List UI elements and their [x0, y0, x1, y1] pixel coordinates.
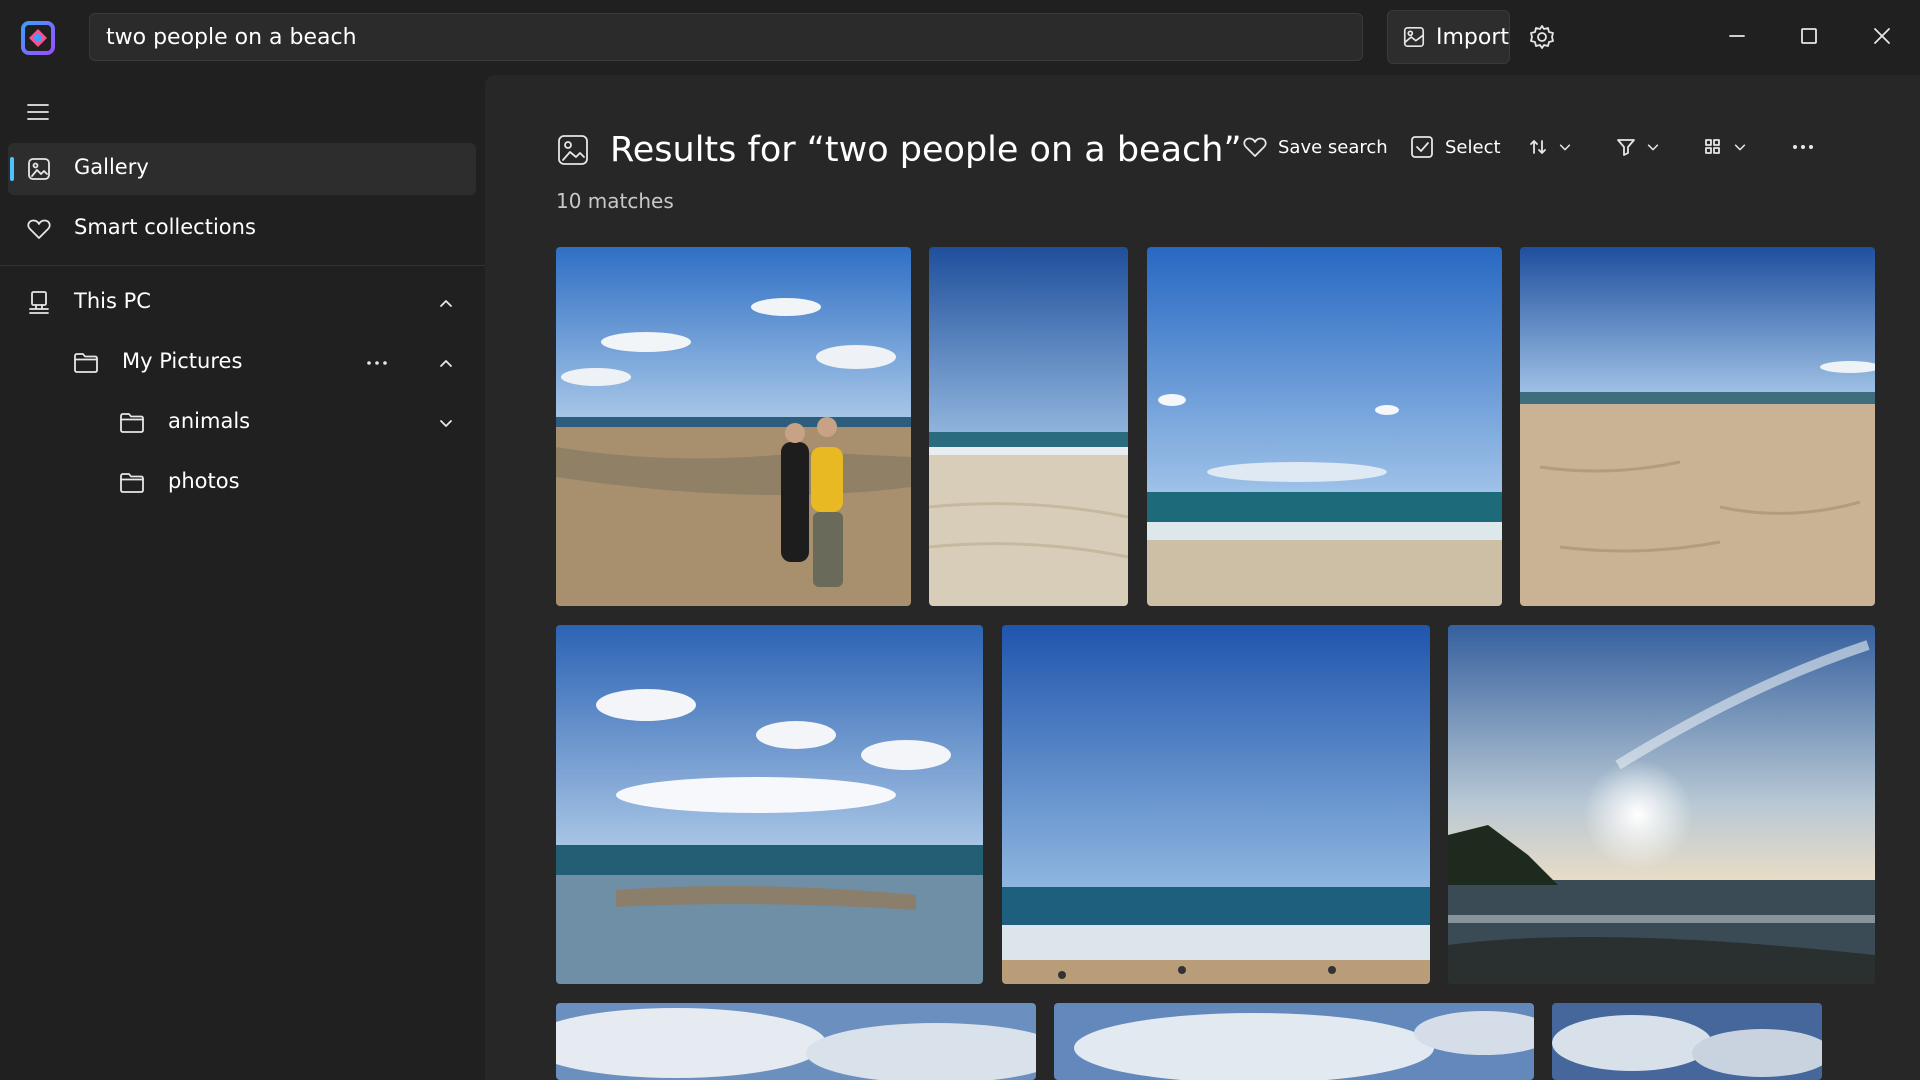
- photo-thumbnail-ocean-clouds[interactable]: [556, 625, 983, 984]
- hamburger-icon: [27, 104, 49, 120]
- collapse-my-pictures-button[interactable]: [435, 352, 457, 374]
- more-options-button[interactable]: [1791, 127, 1815, 167]
- search-input[interactable]: [89, 13, 1363, 61]
- view-layout-button[interactable]: [1703, 127, 1747, 167]
- maximize-icon: [1801, 28, 1817, 44]
- save-search-button[interactable]: Save search: [1242, 127, 1388, 167]
- sidebar-divider: [0, 265, 485, 266]
- sidebar-item-gallery[interactable]: Gallery: [8, 143, 476, 195]
- chevron-up-icon: [440, 360, 452, 367]
- minimize-button[interactable]: [1717, 17, 1757, 55]
- filter-button[interactable]: [1616, 127, 1660, 167]
- photo-thumbnail-beach-sand-shore[interactable]: [929, 247, 1128, 606]
- import-label: Import: [1435, 24, 1509, 50]
- sidebar-item-my-pictures[interactable]: My Pictures: [55, 337, 515, 389]
- close-icon: [1874, 28, 1890, 44]
- grid-view-icon: [1705, 139, 1720, 154]
- sidebar-item-label: photos: [168, 469, 240, 493]
- more-icon: [367, 361, 387, 365]
- photo-image: [1147, 247, 1502, 606]
- photo-thumbnail-sandy-beach[interactable]: [1520, 247, 1875, 606]
- sidebar-item-label: Smart collections: [74, 215, 256, 239]
- photo-thumbnail-sunset-coast[interactable]: [1448, 625, 1875, 984]
- photo-thumbnail-ocean-blue-sky[interactable]: [1147, 247, 1502, 606]
- sidebar-item-photos[interactable]: photos: [101, 457, 467, 509]
- sidebar-item-label: Gallery: [74, 155, 149, 179]
- heart-icon: [1243, 137, 1267, 157]
- sidebar-item-this-pc[interactable]: This PC: [8, 277, 468, 329]
- settings-button[interactable]: [1525, 20, 1559, 54]
- collapse-this-pc-button[interactable]: [435, 292, 457, 314]
- photo-image: [556, 625, 983, 984]
- sort-icon: [1530, 140, 1546, 154]
- page-title: Results for “two people on a beach”: [610, 130, 1242, 170]
- folder-icon: [120, 473, 144, 493]
- photo-image: [1448, 625, 1875, 984]
- photo-thumbnail-clouds-3[interactable]: [1552, 1003, 1822, 1080]
- import-icon: [1403, 26, 1425, 48]
- filter-icon: [1617, 139, 1635, 156]
- import-button[interactable]: Import: [1387, 10, 1510, 64]
- photo-image: [556, 1003, 1036, 1080]
- photo-image: [929, 247, 1128, 606]
- sidebar-item-label: This PC: [74, 289, 151, 313]
- chevron-down-icon: [440, 420, 452, 427]
- save-search-label: Save search: [1278, 136, 1388, 158]
- more-icon: [1793, 145, 1813, 149]
- maximize-button[interactable]: [1789, 17, 1829, 55]
- folder-icon: [120, 413, 144, 433]
- photo-image: [1002, 625, 1430, 984]
- computer-icon: [29, 291, 49, 314]
- photo-image: [1552, 1003, 1822, 1080]
- search-results-icon: [558, 135, 588, 165]
- match-count: 10 matches: [556, 189, 674, 213]
- close-button[interactable]: [1862, 17, 1902, 55]
- photo-image: [556, 247, 911, 606]
- minimize-icon: [1729, 35, 1745, 37]
- sidebar-item-smart-collections[interactable]: Smart collections: [8, 203, 476, 255]
- sort-button[interactable]: [1528, 127, 1572, 167]
- chevron-down-icon: [1559, 144, 1571, 151]
- heart-icon: [27, 219, 51, 239]
- photo-thumbnail-beach-two-people[interactable]: [556, 247, 911, 606]
- checkbox-icon: [1411, 136, 1433, 158]
- my-pictures-more-button[interactable]: [366, 352, 388, 374]
- sidebar-item-label: My Pictures: [122, 349, 243, 373]
- photo-thumbnail-clouds-1[interactable]: [556, 1003, 1036, 1080]
- menu-button[interactable]: [22, 97, 54, 127]
- photo-image: [1520, 247, 1875, 606]
- gallery-icon: [28, 158, 50, 180]
- photos-app-logo: [21, 21, 55, 55]
- photo-image: [1054, 1003, 1534, 1080]
- main-content: Results for “two people on a beach” 10 m…: [485, 75, 1920, 1080]
- sidebar: Gallery Smart collections This PC My Pic…: [0, 75, 485, 1080]
- sidebar-item-animals[interactable]: animals: [101, 397, 467, 449]
- select-button[interactable]: Select: [1409, 127, 1501, 167]
- chevron-up-icon: [440, 300, 452, 307]
- select-label: Select: [1445, 136, 1501, 158]
- title-bar: Import: [0, 0, 1920, 75]
- photo-thumbnail-clouds-2[interactable]: [1054, 1003, 1534, 1080]
- gear-icon: [1530, 25, 1554, 49]
- folder-icon: [74, 353, 98, 373]
- expand-animals-button[interactable]: [435, 412, 457, 434]
- photo-thumbnail-ocean-swimmers[interactable]: [1002, 625, 1430, 984]
- sidebar-item-label: animals: [168, 409, 251, 433]
- chevron-down-icon: [1647, 144, 1659, 151]
- chevron-down-icon: [1734, 144, 1746, 151]
- selection-indicator: [10, 157, 14, 181]
